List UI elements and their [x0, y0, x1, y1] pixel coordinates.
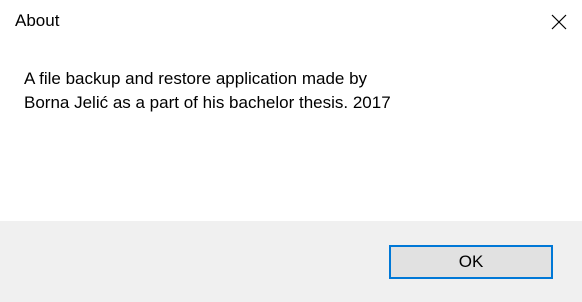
title-bar: About	[0, 0, 582, 44]
close-icon	[551, 14, 567, 30]
about-dialog: About A file backup and restore applicat…	[0, 0, 582, 302]
ok-button[interactable]: OK	[389, 245, 553, 279]
close-button[interactable]	[536, 0, 582, 44]
message-line-1: A file backup and restore application ma…	[24, 69, 368, 88]
dialog-title: About	[15, 11, 60, 30]
message-line-2: Borna Jelić as a part of his bachelor th…	[24, 93, 391, 112]
dialog-footer: OK	[0, 221, 582, 302]
about-message: A file backup and restore application ma…	[24, 67, 564, 115]
